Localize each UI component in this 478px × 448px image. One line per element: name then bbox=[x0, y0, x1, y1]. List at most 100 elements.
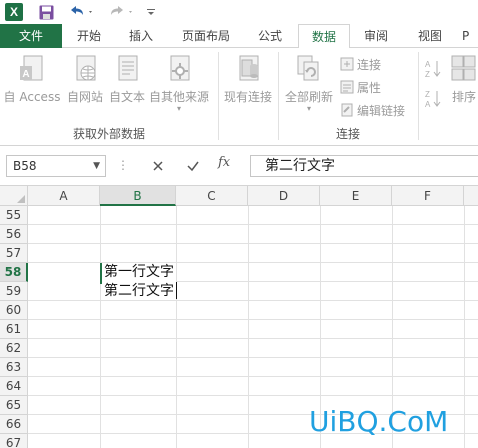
edit-links-button[interactable]: 编辑链接 bbox=[340, 100, 405, 120]
grid-line bbox=[28, 224, 478, 225]
ribbon-divider bbox=[418, 52, 419, 140]
sort-az-icon: AZ bbox=[425, 60, 441, 79]
edit-links-label: 编辑链接 bbox=[357, 103, 406, 118]
column-header-d[interactable]: D bbox=[248, 186, 320, 206]
dropdown-arrow-icon: ▾ bbox=[306, 104, 311, 113]
grid-line bbox=[28, 300, 478, 301]
ribbon-divider bbox=[218, 52, 219, 140]
connections-label: 连接 bbox=[357, 57, 382, 72]
tab-data[interactable]: 数据 bbox=[298, 24, 350, 49]
cell-b58-line-2: 第二行文字 bbox=[104, 283, 174, 299]
properties-icon bbox=[340, 80, 354, 94]
column-header-b[interactable]: B bbox=[100, 186, 176, 206]
formula-bar-resize-handle[interactable]: ⋮ bbox=[117, 158, 129, 172]
svg-text:A: A bbox=[425, 100, 431, 109]
name-box-value: B58 bbox=[13, 159, 37, 173]
select-all-button[interactable] bbox=[0, 186, 28, 206]
column-header-e[interactable]: E bbox=[320, 186, 392, 206]
from-text-button[interactable]: 自文本 bbox=[106, 54, 148, 105]
row-header-62[interactable]: 62 bbox=[0, 339, 28, 358]
tab-page-layout[interactable]: 页面布局 bbox=[176, 24, 236, 48]
sort-descending-button[interactable]: ZA bbox=[422, 88, 444, 110]
select-all-icon bbox=[17, 195, 25, 203]
tab-file[interactable]: 文件 bbox=[0, 24, 62, 48]
existing-connections-button[interactable]: 现有连接 bbox=[220, 54, 276, 105]
row-header-59[interactable]: 59 bbox=[0, 282, 28, 301]
row-header-63[interactable]: 63 bbox=[0, 358, 28, 377]
row-header-60[interactable]: 60 bbox=[0, 301, 28, 320]
row-header-61[interactable]: 61 bbox=[0, 320, 28, 339]
from-text-label: 自文本 bbox=[108, 90, 145, 104]
watermark: UiBQ.CoM bbox=[309, 405, 449, 438]
customize-toolbar-icon[interactable] bbox=[145, 2, 157, 22]
svg-text:A: A bbox=[425, 60, 431, 69]
tab-power[interactable]: P bbox=[462, 24, 478, 48]
enter-check-icon[interactable] bbox=[183, 156, 203, 176]
grid-line bbox=[28, 357, 478, 358]
group-label-connections: 连接 bbox=[335, 127, 360, 141]
formula-input[interactable]: 第二行文字 bbox=[250, 155, 478, 177]
column-header-g[interactable] bbox=[464, 186, 478, 206]
svg-text:Z: Z bbox=[425, 70, 430, 79]
insert-function-button[interactable]: fx bbox=[218, 155, 238, 175]
web-icon bbox=[76, 55, 96, 81]
tab-review[interactable]: 审阅 bbox=[356, 24, 396, 48]
from-access-label: 自 Access bbox=[3, 90, 61, 104]
refresh-all-label: 全部刷新 bbox=[284, 90, 333, 104]
row-header-66[interactable]: 66 bbox=[0, 415, 28, 434]
text-file-icon bbox=[118, 55, 138, 81]
access-database-icon: A bbox=[20, 55, 43, 81]
redo-icon[interactable] bbox=[106, 2, 136, 22]
existing-connections-label: 现有连接 bbox=[223, 90, 272, 104]
ribbon-data: A 自 Access 自网站 自文本 自其他来源 ▾ 获取外部数据 现有连接 全… bbox=[0, 48, 478, 146]
sort-ascending-button[interactable]: AZ bbox=[422, 58, 444, 80]
column-header-f[interactable]: F bbox=[392, 186, 464, 206]
from-web-label: 自网站 bbox=[66, 90, 103, 104]
properties-label: 属性 bbox=[357, 80, 382, 95]
refresh-all-button[interactable]: 全部刷新 ▾ bbox=[282, 54, 336, 113]
row-header-58[interactable]: 58 bbox=[0, 263, 28, 282]
ribbon-tab-bar: 文件 开始 插入 页面布局 公式 数据 审阅 视图 P bbox=[0, 24, 478, 49]
row-header-67[interactable]: 67 bbox=[0, 434, 28, 448]
other-sources-icon bbox=[170, 55, 190, 81]
tab-insert[interactable]: 插入 bbox=[122, 24, 160, 48]
grid-line bbox=[176, 281, 478, 282]
text-caret bbox=[176, 282, 177, 299]
formula-bar: B58 ▼ ⋮ fx 第二行文字 bbox=[0, 146, 478, 186]
edit-links-icon bbox=[341, 103, 353, 117]
from-access-button[interactable]: A 自 Access bbox=[2, 54, 62, 105]
group-label-external-data: 获取外部数据 bbox=[72, 127, 145, 141]
chevron-down-icon[interactable]: ▼ bbox=[93, 156, 100, 176]
properties-button[interactable]: 属性 bbox=[340, 77, 381, 97]
grid-line bbox=[28, 262, 478, 263]
excel-app-icon[interactable]: X bbox=[5, 3, 23, 21]
sort-icon bbox=[451, 55, 476, 81]
column-header-a[interactable]: A bbox=[28, 186, 100, 206]
from-other-sources-button[interactable]: 自其他来源 ▾ bbox=[146, 54, 212, 113]
tab-home[interactable]: 开始 bbox=[70, 24, 108, 48]
grid-line bbox=[28, 243, 478, 244]
connections-button[interactable]: 连接 bbox=[340, 54, 381, 74]
svg-text:Z: Z bbox=[425, 90, 430, 99]
save-icon[interactable] bbox=[37, 2, 55, 22]
tab-formulas[interactable]: 公式 bbox=[250, 24, 290, 48]
row-header-57[interactable]: 57 bbox=[0, 244, 28, 263]
cell-b58-line-1: 第一行文字 bbox=[104, 264, 174, 280]
from-web-button[interactable]: 自网站 bbox=[64, 54, 106, 105]
undo-icon[interactable] bbox=[66, 2, 96, 22]
cancel-icon[interactable] bbox=[148, 156, 168, 176]
name-box[interactable]: B58 ▼ bbox=[6, 155, 106, 177]
grid-line bbox=[28, 376, 478, 377]
tab-view[interactable]: 视图 bbox=[410, 24, 450, 48]
row-header-65[interactable]: 65 bbox=[0, 396, 28, 415]
svg-text:A: A bbox=[22, 69, 29, 80]
row-header-55[interactable]: 55 bbox=[0, 206, 28, 225]
row-header-56[interactable]: 56 bbox=[0, 225, 28, 244]
row-header-64[interactable]: 64 bbox=[0, 377, 28, 396]
sort-button[interactable]: 排序 bbox=[448, 54, 478, 105]
quick-access-toolbar: X bbox=[0, 0, 478, 24]
existing-connections-icon bbox=[239, 55, 259, 81]
grid-line bbox=[28, 395, 478, 396]
column-header-c[interactable]: C bbox=[176, 186, 248, 206]
grid-line bbox=[28, 319, 478, 320]
